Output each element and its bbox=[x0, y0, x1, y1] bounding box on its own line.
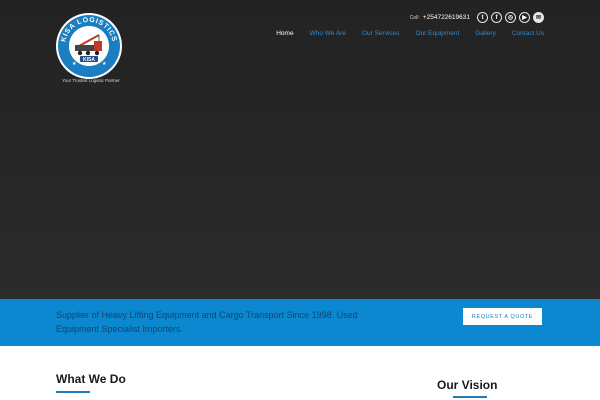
star-icon: ★ bbox=[72, 61, 77, 67]
star-icon: ★ bbox=[102, 61, 107, 67]
phone-number[interactable]: +254722619631 bbox=[423, 14, 470, 21]
top-contact-bar: Cell: +254722619631 t f ◎ ▶ ✉ bbox=[410, 12, 544, 23]
main-nav: Home Who We Are Our Services Our Equipme… bbox=[276, 30, 544, 37]
heading-underline bbox=[453, 396, 487, 398]
social-links: t f ◎ ▶ ✉ bbox=[477, 12, 544, 23]
nav-contact-us[interactable]: Contact Us bbox=[512, 30, 544, 37]
nav-gallery[interactable]: Gallery bbox=[475, 30, 496, 37]
instagram-icon[interactable]: ◎ bbox=[505, 12, 516, 23]
our-vision-heading: Our Vision bbox=[437, 378, 498, 392]
kisa-logistics-logo[interactable]: KISA KISA LOGISTICS ★ ★ bbox=[56, 13, 122, 79]
logo-tagline: Your Trusted Logistic Partner bbox=[62, 78, 120, 83]
facebook-icon[interactable]: f bbox=[491, 12, 502, 23]
nav-who-we-are[interactable]: Who We Are bbox=[310, 30, 346, 37]
nav-our-services[interactable]: Our Services bbox=[362, 30, 400, 37]
nav-our-equipment[interactable]: Our Equipment bbox=[416, 30, 460, 37]
banner-text: Supplier of Heavy Lifting Equipment and … bbox=[56, 310, 358, 334]
logo-ring-text: KISA LOGISTICS ★ ★ bbox=[60, 17, 117, 67]
email-icon[interactable]: ✉ bbox=[533, 12, 544, 23]
nav-home[interactable]: Home bbox=[276, 30, 293, 37]
twitter-icon[interactable]: t bbox=[477, 12, 488, 23]
request-quote-button[interactable]: Request a Quote bbox=[463, 308, 542, 325]
heading-underline bbox=[56, 391, 90, 393]
what-we-do-heading: What We Do bbox=[56, 372, 126, 386]
cell-label: Cell: bbox=[409, 15, 420, 21]
svg-text:KISA LOGISTICS: KISA LOGISTICS bbox=[60, 17, 117, 43]
youtube-icon[interactable]: ▶ bbox=[519, 12, 530, 23]
